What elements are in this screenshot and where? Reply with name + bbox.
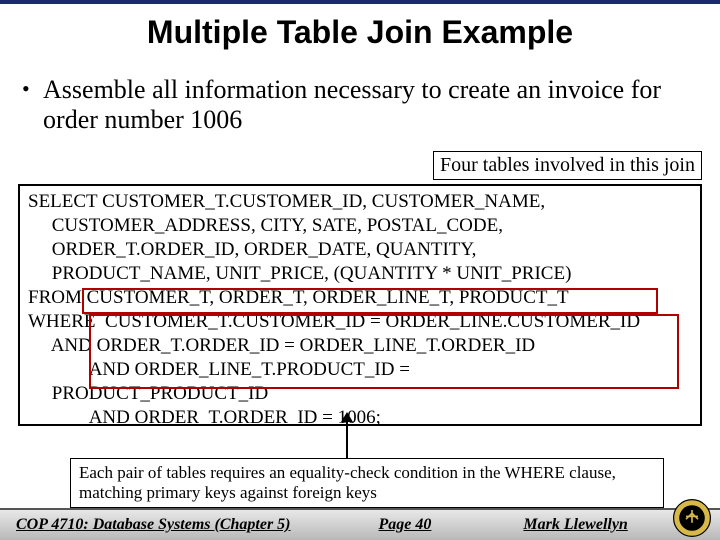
bullet-item: • Assemble all information necessary to …	[22, 75, 692, 135]
callout-four-tables: Four tables involved in this join	[433, 151, 702, 180]
bullet-marker: •	[22, 75, 33, 103]
arrow-icon	[346, 420, 348, 458]
bullet-text: Assemble all information necessary to cr…	[43, 75, 692, 135]
sql-box: SELECT CUSTOMER_T.CUSTOMER_ID, CUSTOMER_…	[18, 184, 702, 426]
ucf-logo-icon	[672, 498, 712, 538]
slide-title: Multiple Table Join Example	[0, 14, 720, 51]
footer-course: COP 4710: Database Systems (Chapter 5)	[6, 516, 301, 534]
sql-code: SELECT CUSTOMER_T.CUSTOMER_ID, CUSTOMER_…	[28, 190, 692, 430]
callout-where-explanation: Each pair of tables requires an equality…	[70, 458, 664, 508]
footer-bar: COP 4710: Database Systems (Chapter 5) P…	[0, 508, 720, 540]
footer-page: Page 40	[369, 516, 442, 534]
slide: Multiple Table Join Example • Assemble a…	[0, 0, 720, 540]
footer-author: Mark Llewellyn	[513, 516, 637, 534]
